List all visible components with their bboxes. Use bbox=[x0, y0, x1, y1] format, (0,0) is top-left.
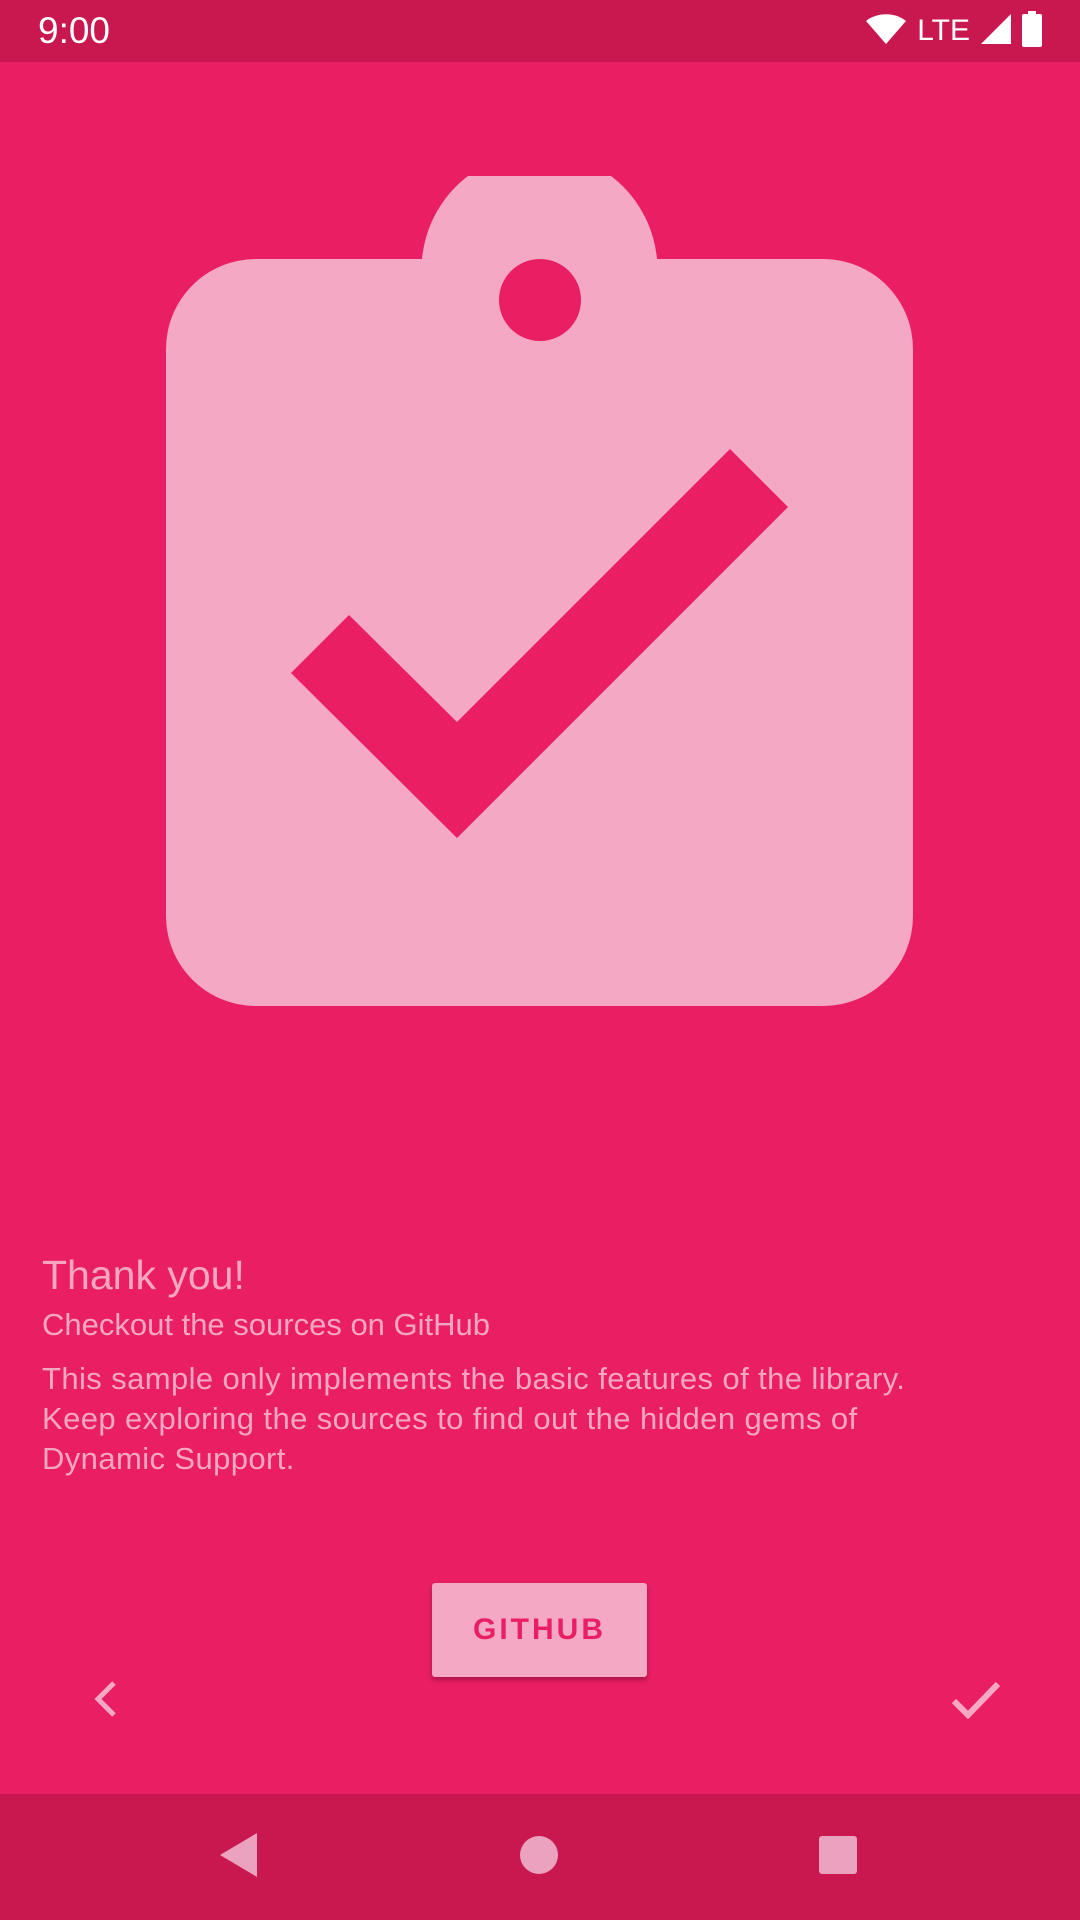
back-icon bbox=[217, 1831, 261, 1884]
status-time: 9:00 bbox=[38, 10, 111, 51]
slide-description: This sample only implements the basic fe… bbox=[42, 1359, 1042, 1479]
description-line: This sample only implements the basic fe… bbox=[42, 1361, 906, 1396]
github-button[interactable]: GITHUB bbox=[432, 1583, 647, 1677]
status-bar: 9:00 LTE bbox=[0, 0, 1080, 62]
wifi-icon bbox=[865, 13, 907, 50]
slide-subtitle: Checkout the sources on GitHub bbox=[42, 1307, 491, 1342]
recents-icon bbox=[818, 1835, 858, 1880]
recents-button[interactable] bbox=[805, 1824, 871, 1890]
description-line: Keep exploring the sources to find out t… bbox=[42, 1401, 858, 1436]
check-icon bbox=[951, 1679, 1001, 1724]
battery-icon bbox=[1022, 10, 1042, 52]
status-icons: LTE bbox=[865, 10, 1042, 52]
cell-signal-icon bbox=[980, 13, 1012, 50]
clipboard-check-icon bbox=[166, 151, 913, 1006]
chevron-left-icon bbox=[92, 1679, 118, 1724]
home-icon bbox=[519, 1835, 559, 1880]
slide-text: Thank you! Checkout the sources on GitHu… bbox=[42, 1249, 1042, 1479]
back-button[interactable] bbox=[206, 1824, 272, 1890]
done-button[interactable] bbox=[946, 1674, 1006, 1728]
network-type-label: LTE bbox=[917, 14, 970, 47]
navigation-bar bbox=[0, 1794, 1080, 1920]
previous-button[interactable] bbox=[80, 1676, 130, 1726]
slide-title: Thank you! bbox=[42, 1252, 245, 1298]
intro-slide: Thank you! Checkout the sources on GitHu… bbox=[0, 62, 1080, 1813]
home-button[interactable] bbox=[506, 1824, 572, 1890]
description-line: Dynamic Support. bbox=[42, 1441, 295, 1476]
